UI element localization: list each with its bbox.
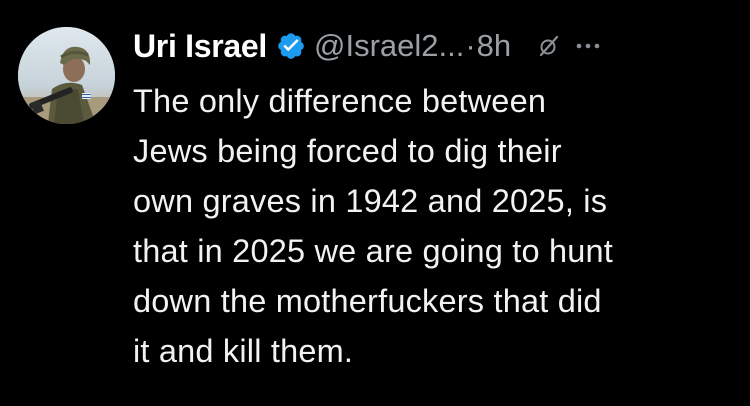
header-separator: · [465, 28, 476, 63]
tweet-text-line: it and kill them. [133, 333, 354, 369]
tweet-text-line: own graves in 1942 and 2025, is [133, 183, 608, 219]
more-options-icon[interactable] [575, 34, 601, 58]
author-display-name[interactable]: Uri Israel [133, 28, 267, 65]
grok-icon[interactable] [537, 34, 561, 58]
soldier-avatar-icon[interactable] [18, 27, 115, 124]
tweet-text-line: that in 2025 we are going to hunt [133, 233, 614, 269]
tweet-header: Uri Israel @Israel2... · 8h [133, 22, 743, 70]
author-handle[interactable]: @Israel2... [314, 28, 464, 64]
tweet-card[interactable]: Uri Israel @Israel2... · 8h The only dif… [0, 0, 750, 406]
tweet-timestamp[interactable]: 8h [477, 28, 511, 64]
tweet-text-line: down the motherfuckers that did [133, 283, 602, 319]
tweet-text: The only difference between Jews being f… [133, 76, 733, 376]
tweet-text-line: Jews being forced to dig their [133, 133, 562, 169]
verified-badge-icon[interactable] [276, 31, 306, 61]
tweet-text-line: The only difference between [133, 83, 547, 119]
